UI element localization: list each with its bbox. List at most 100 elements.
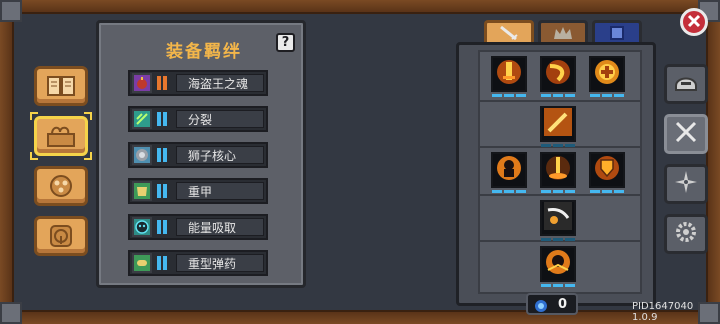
skill-level-bar [565,284,575,287]
compass-star-icon [673,170,699,198]
skill-slot[interactable] [540,152,576,188]
skill-level-bar [492,190,502,193]
bond-level-bars [157,112,171,126]
heavy-armor-icon [132,181,152,201]
close-icon [687,13,701,32]
sword-pillar-icon [544,154,572,186]
skill-slot[interactable] [540,106,576,142]
crossed-swords-icon [673,120,699,148]
gear-icon [673,220,699,248]
bond-level-bars [157,184,171,198]
bond-level-bars [157,256,171,270]
skill-slot[interactable] [589,152,625,188]
skill-slot[interactable] [491,152,527,188]
selection-corner [30,152,38,160]
selection-corner [30,112,38,120]
skill-level-bar [516,190,526,193]
bond-name: 狮子核心 [188,149,237,163]
bond-name: 重型弹药 [188,257,237,271]
compass-button[interactable] [664,164,708,204]
skill-level-bar [541,190,551,193]
fire-slash-icon [544,58,572,90]
skill-level-bar [541,284,551,287]
wood-frame-right [706,0,720,324]
bond-level-bars [157,220,171,234]
skill-level-bar [504,94,514,97]
skill-level-bar [516,94,526,97]
energy-drain-icon [132,217,152,237]
skill-slot[interactable] [540,246,576,282]
category-map-button[interactable] [34,116,88,156]
selection-corner [84,152,92,160]
skill-level-bar [553,144,563,147]
wheel-badge-icon [46,224,76,248]
dots-badge-icon [46,174,76,198]
help-button[interactable]: ? [276,33,295,52]
skill-level-bar [602,190,612,193]
split-arrows-icon [132,109,152,129]
bond-row[interactable]: 海盗王之魂 [128,70,268,96]
skill-level-bar [541,94,551,97]
skill-level-bar [614,94,624,97]
bond-name: 分裂 [188,113,213,127]
skill-level-bar [553,284,563,287]
version-label: PID1647040 1.0.9 [632,301,694,323]
category-wheel-button[interactable] [34,216,88,256]
skill-level-bar [541,238,551,241]
bond-name: 能量吸取 [188,221,237,235]
heavy-ammo-icon [132,253,152,273]
wood-frame-left [0,0,14,324]
skill-level-bar [602,94,612,97]
category-dots-button[interactable] [34,166,88,206]
book-icon [46,74,76,98]
flaming-sword-icon [544,108,572,140]
skill-level-bar [553,238,563,241]
bond-row[interactable]: 狮子核心 [128,142,268,168]
selection-corner [84,112,92,120]
weapon-button[interactable] [664,114,708,154]
plus-shield-icon [593,58,621,90]
bond-row[interactable]: 能量吸取 [128,214,268,240]
frame-corner [0,0,22,22]
row-divider [478,194,642,196]
skill-level-bar [590,94,600,97]
skill-level-bar [565,190,575,193]
skill-slot[interactable] [491,56,527,92]
category-book-button[interactable] [34,66,88,106]
skill-level-bar [553,190,563,193]
lion-core-icon [132,145,152,165]
helmet-icon [673,70,699,98]
bond-row[interactable]: 分裂 [128,106,268,132]
skull-bomb-icon [132,73,152,93]
skill-level-bar [614,190,624,193]
frame-corner [0,302,22,324]
settings-button[interactable] [664,214,708,254]
skill-level-bar [504,190,514,193]
skill-slot[interactable] [540,200,576,236]
wood-frame-top [0,0,720,14]
gem-counter: 0 [526,293,578,315]
skill-slot[interactable] [589,56,625,92]
skill-level-bar [492,94,502,97]
bond-row[interactable]: 重甲 [128,178,268,204]
bond-name: 重甲 [188,185,213,199]
sword-burst-icon [495,58,523,90]
berserk-flame-icon [544,248,572,280]
row-divider [478,100,642,102]
gem-icon [534,298,548,317]
skill-level-bar [553,94,563,97]
swirl-map-icon [46,124,76,148]
close-button[interactable] [680,8,708,36]
skill-level-bar [590,190,600,193]
skill-level-bar [565,144,575,147]
skill-level-bar [565,238,575,241]
skill-level-bar [565,94,575,97]
bond-row[interactable]: 重型弹药 [128,250,268,276]
bond-level-bars [157,148,171,162]
helmet-button[interactable] [664,64,708,104]
wood-frame-bottom [0,310,720,324]
shadow-aura-icon [495,154,523,186]
bond-name: 海盗王之魂 [188,77,249,91]
skill-slot[interactable] [540,56,576,92]
guard-shield-icon [593,154,621,186]
